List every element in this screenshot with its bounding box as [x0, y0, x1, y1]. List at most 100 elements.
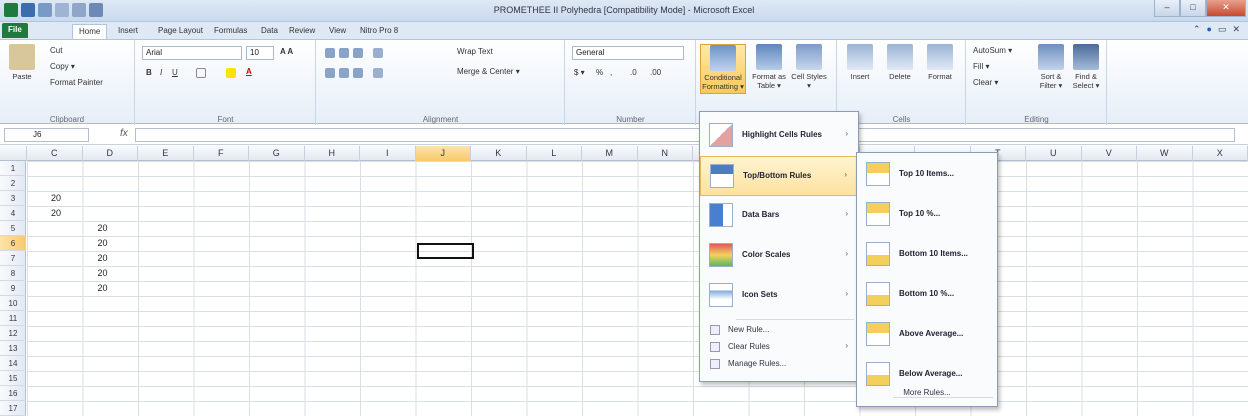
paste-button[interactable]: Paste — [4, 44, 40, 94]
column-header-n[interactable]: N — [638, 146, 693, 161]
cell-d9[interactable]: 20 — [98, 283, 108, 293]
column-header-m[interactable]: M — [582, 146, 638, 161]
column-header-w[interactable]: W — [1137, 146, 1193, 161]
tab-nitro-pro[interactable]: Nitro Pro 8 — [354, 24, 404, 39]
select-all-corner[interactable] — [0, 146, 27, 161]
format-as-table-button[interactable]: Format as Table ▾ — [751, 44, 787, 94]
column-header-c[interactable]: C — [27, 146, 83, 161]
format-cells-button[interactable]: Format — [922, 44, 958, 94]
number-format-select[interactable]: General — [572, 46, 684, 60]
cell-d6[interactable]: 20 — [98, 238, 108, 248]
delete-cells-button[interactable]: Delete — [882, 44, 918, 94]
font-name-select[interactable]: Arial — [142, 46, 242, 60]
submenu-bottom-10-percent[interactable]: Bottom 10 %... — [857, 275, 997, 315]
name-box[interactable]: J6 — [4, 128, 89, 142]
cell-d8[interactable]: 20 — [98, 268, 108, 278]
clear-button[interactable]: Clear ▾ — [973, 78, 998, 87]
align-bottom-icon[interactable] — [353, 48, 363, 58]
column-header-d[interactable]: D — [83, 146, 138, 161]
autosum-button[interactable]: AutoSum ▾ — [973, 46, 1012, 55]
fill-button[interactable]: Fill ▾ — [973, 62, 989, 71]
find-select-button[interactable]: Find & Select ▾ — [1069, 44, 1103, 94]
orientation-icon[interactable] — [373, 48, 383, 58]
menu-data-bars[interactable]: Data Bars › — [700, 196, 858, 236]
align-right-icon[interactable] — [353, 68, 363, 78]
align-left-icon[interactable] — [325, 68, 335, 78]
row-header-11[interactable]: 11 — [0, 311, 26, 326]
submenu-more-rules[interactable]: More Rules... — [857, 388, 997, 402]
cell-d7[interactable]: 20 — [98, 253, 108, 263]
active-cell-j6[interactable] — [417, 243, 474, 259]
bold-icon[interactable]: B — [146, 68, 152, 77]
font-color-icon[interactable]: A — [246, 67, 252, 76]
column-header-h[interactable]: H — [305, 146, 360, 161]
row-header-6[interactable]: 6 — [0, 236, 26, 251]
grow-font-icon[interactable]: A A — [280, 47, 293, 56]
format-painter-button[interactable]: Format Painter — [50, 78, 103, 87]
row-header-10[interactable]: 10 — [0, 296, 26, 311]
submenu-top-10-items[interactable]: Top 10 Items... — [857, 155, 997, 195]
insert-function-icon[interactable]: fx — [120, 128, 128, 139]
restore-icon[interactable]: ▭ — [1218, 24, 1227, 35]
accounting-format-icon[interactable]: $ ▾ — [574, 68, 585, 77]
column-header-l[interactable]: L — [527, 146, 582, 161]
column-header-u[interactable]: U — [1026, 146, 1082, 161]
align-top-icon[interactable] — [325, 48, 335, 58]
row-header-13[interactable]: 13 — [0, 341, 26, 356]
submenu-above-average[interactable]: Above Average... — [857, 315, 997, 355]
menu-top-bottom-rules[interactable]: Top/Bottom Rules › — [700, 156, 858, 196]
column-header-f[interactable]: F — [194, 146, 249, 161]
decrease-decimal-icon[interactable]: .00 — [650, 68, 661, 77]
menu-clear-rules[interactable]: Clear Rules › — [700, 340, 858, 354]
close-button[interactable]: ✕ — [1206, 0, 1246, 17]
wrap-text-button[interactable]: Wrap Text — [457, 47, 493, 56]
font-size-select[interactable]: 10 — [246, 46, 274, 60]
conditional-formatting-button[interactable]: Conditional Formatting ▾ — [700, 44, 746, 94]
comma-style-icon[interactable]: , — [610, 68, 612, 77]
row-header-8[interactable]: 8 — [0, 266, 26, 281]
row-header-2[interactable]: 2 — [0, 176, 26, 191]
row-header-14[interactable]: 14 — [0, 356, 26, 371]
minimize-button[interactable]: – — [1154, 0, 1180, 17]
close-workbook-icon[interactable]: ✕ — [1232, 24, 1240, 35]
row-header-15[interactable]: 15 — [0, 371, 26, 386]
submenu-bottom-10-items[interactable]: Bottom 10 Items... — [857, 235, 997, 275]
column-header-e[interactable]: E — [138, 146, 194, 161]
fill-color-icon[interactable] — [226, 68, 236, 78]
row-header-12[interactable]: 12 — [0, 326, 26, 341]
row-header-1[interactable]: 1 — [0, 161, 26, 176]
tab-insert[interactable]: Insert — [112, 24, 144, 39]
cell-c4[interactable]: 20 — [51, 208, 61, 218]
align-middle-icon[interactable] — [339, 48, 349, 58]
column-header-g[interactable]: G — [249, 146, 305, 161]
cell-d5[interactable]: 20 — [98, 223, 108, 233]
tab-page-layout[interactable]: Page Layout — [152, 24, 209, 39]
column-header-x[interactable]: X — [1193, 146, 1248, 161]
submenu-top-10-percent[interactable]: Top 10 %... — [857, 195, 997, 235]
italic-icon[interactable]: I — [160, 68, 162, 77]
borders-icon[interactable] — [196, 68, 206, 78]
help-icon[interactable]: ● — [1207, 24, 1212, 35]
merge-center-button[interactable]: Merge & Center ▾ — [457, 67, 520, 76]
row-header-7[interactable]: 7 — [0, 251, 26, 266]
cell-styles-button[interactable]: Cell Styles ▾ — [791, 44, 827, 94]
row-header-16[interactable]: 16 — [0, 386, 26, 401]
column-header-v[interactable]: V — [1082, 146, 1137, 161]
sort-filter-button[interactable]: Sort & Filter ▾ — [1035, 44, 1067, 94]
column-header-k[interactable]: K — [471, 146, 527, 161]
insert-cells-button[interactable]: Insert — [842, 44, 878, 94]
increase-decimal-icon[interactable]: .0 — [630, 68, 637, 77]
row-header-3[interactable]: 3 — [0, 191, 26, 206]
ribbon-collapse-icon[interactable]: ⌃ — [1193, 24, 1201, 35]
row-header-5[interactable]: 5 — [0, 221, 26, 236]
maximize-button[interactable]: □ — [1180, 0, 1206, 17]
underline-icon[interactable]: U — [172, 68, 178, 77]
tab-home[interactable]: Home — [72, 24, 108, 39]
worksheet-grid[interactable]: 20 20 20 20 20 20 20 — [27, 161, 1248, 416]
cell-c3[interactable]: 20 — [51, 193, 61, 203]
cut-button[interactable]: Cut — [50, 46, 62, 55]
menu-highlight-cells-rules[interactable]: Highlight Cells Rules › — [700, 116, 858, 156]
column-header-j[interactable]: J — [415, 146, 471, 161]
align-center-icon[interactable] — [339, 68, 349, 78]
tab-formulas[interactable]: Formulas — [208, 24, 253, 39]
